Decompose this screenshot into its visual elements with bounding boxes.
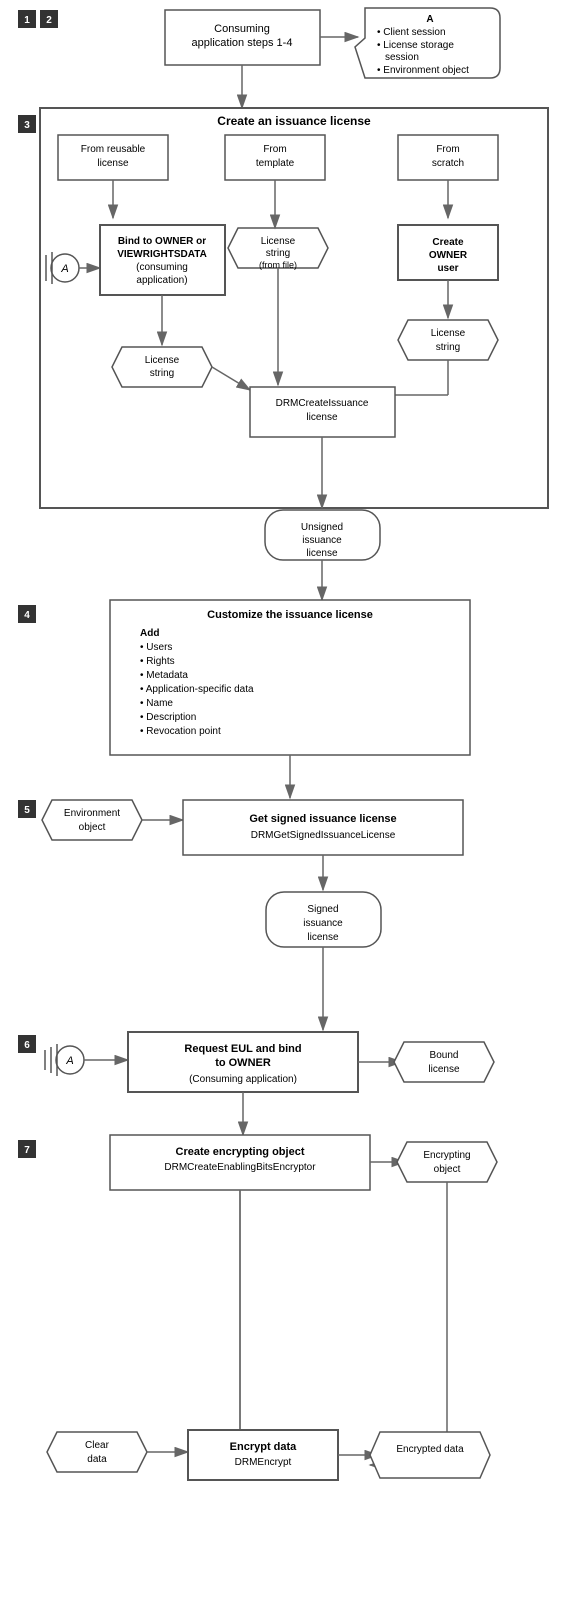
signed-license-text-1: Signed (307, 904, 338, 915)
bound-license-text-2: license (428, 1064, 460, 1075)
add-item-1: • Users (140, 642, 172, 653)
license-string-bind-text-1: License (145, 355, 180, 366)
from-template-text-2: template (256, 158, 295, 169)
encrypting-obj-text-1: Encrypting (423, 1150, 470, 1161)
add-item-4: • Application-specific data (140, 684, 254, 695)
add-item-5: • Name (140, 698, 173, 709)
bind-text-2: VIEWRIGHTSDATA (117, 249, 207, 260)
license-string-file-text-2: string (266, 248, 290, 259)
from-template-text-1: From (263, 144, 286, 155)
from-reusable-text-2: license (97, 158, 129, 169)
encrypt-data-text-1: Encrypt data (230, 1441, 298, 1453)
add-item-6: • Description (140, 712, 196, 723)
callout-item-4: • Environment object (377, 65, 469, 76)
bound-license-shape (394, 1042, 494, 1082)
eul-text-1: Request EUL and bind (184, 1043, 301, 1055)
callout-a-label: A (426, 14, 433, 25)
unsigned-license-text-2: issuance (302, 535, 342, 546)
add-item-7: • Revocation point (140, 726, 221, 737)
create-owner-text-2: OWNER (429, 250, 468, 261)
step-badge-5-text: 5 (24, 805, 30, 816)
encrypted-data-shape (370, 1432, 490, 1478)
license-string-bind-text-2: string (150, 368, 174, 379)
drm-create-text-1: DRMCreateIssuance (276, 398, 369, 409)
from-reusable-text-1: From reusable (81, 144, 146, 155)
eul-text-3: (Consuming application) (189, 1074, 297, 1085)
env-object-text-1: Environment (64, 808, 120, 819)
step-badge-1-text: 1 (24, 15, 30, 26)
step-badge-3-text: 3 (24, 120, 30, 131)
create-encrypt-text-2: DRMCreateEnablingBitsEncryptor (164, 1162, 316, 1173)
create-encrypt-text-1: Create encrypting object (176, 1146, 305, 1158)
from-scratch-text-1: From (436, 144, 459, 155)
license-string-file-text-1: License (261, 236, 296, 247)
encrypting-obj-text-2: object (434, 1164, 461, 1175)
step-badge-6-text: 6 (24, 1040, 30, 1051)
callout-item-1: • Client session (377, 27, 446, 38)
signed-license-text-3: license (307, 932, 339, 943)
clear-data-text-1: Clear (85, 1440, 110, 1451)
license-string-bind-shape (112, 347, 212, 387)
get-signed-text-1: Get signed issuance license (249, 813, 396, 825)
a-label-step3: A (60, 263, 68, 275)
clear-data-shape (47, 1432, 147, 1472)
add-label: Add (140, 628, 159, 639)
unsigned-license-text-3: license (306, 548, 338, 559)
encrypt-data-box (188, 1430, 338, 1480)
create-owner-text-1: Create (432, 237, 464, 248)
encrypt-data-text-2: DRMEncrypt (235, 1457, 292, 1468)
license-string-out-shape (398, 320, 498, 360)
bind-text-3: (consuming (136, 262, 188, 273)
signed-license-text-2: issuance (303, 918, 343, 929)
a-label-step6: A (65, 1055, 73, 1067)
consuming-app-text-1: Consuming (214, 23, 270, 35)
unsigned-license-text-1: Unsigned (301, 522, 343, 533)
step-badge-4-text: 4 (24, 610, 30, 621)
add-item-2: • Rights (140, 656, 175, 667)
step-badge-7-text: 7 (24, 1145, 30, 1156)
drm-create-text-2: license (306, 412, 338, 423)
bind-text-4: application) (136, 275, 187, 286)
license-string-out-text-2: string (436, 342, 460, 353)
add-item-3: • Metadata (140, 670, 188, 681)
env-object-shape (42, 800, 142, 840)
bound-license-text-1: Bound (430, 1050, 459, 1061)
consuming-app-text-2: application steps 1-4 (192, 37, 293, 49)
bind-text-1: Bind to OWNER or (118, 236, 206, 247)
license-string-out-text-1: License (431, 328, 466, 339)
eul-text-2: to OWNER (215, 1057, 271, 1069)
step3-title: Create an issuance license (217, 114, 371, 128)
get-signed-box (183, 800, 463, 855)
clear-data-text-2: data (87, 1454, 107, 1465)
encrypting-obj-shape (397, 1142, 497, 1182)
encrypted-data-text-1: Encrypted data (396, 1444, 464, 1455)
from-scratch-text-2: scratch (432, 158, 464, 169)
customize-title: Customize the issuance license (207, 609, 373, 621)
callout-item-3: session (385, 52, 419, 63)
step-badge-2-text: 2 (46, 15, 52, 26)
callout-item-2: • License storage (377, 40, 454, 51)
get-signed-text-2: DRMGetSignedIssuanceLicense (251, 830, 396, 841)
env-object-text-2: object (79, 822, 106, 833)
create-owner-text-3: user (437, 263, 458, 274)
